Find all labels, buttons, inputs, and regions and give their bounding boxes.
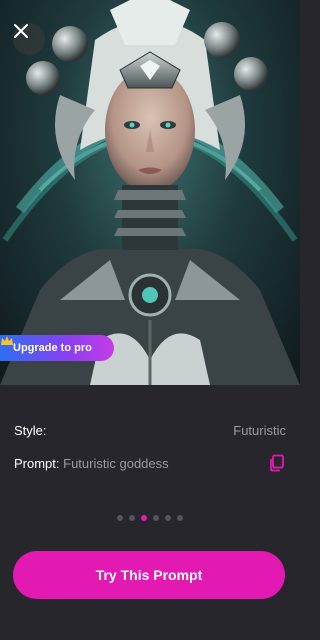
upgrade-label: Upgrade to pro [13, 342, 92, 354]
pagination-dot-active[interactable] [141, 515, 147, 521]
upgrade-to-pro-button[interactable]: Upgrade to pro [0, 335, 114, 361]
prompt-value: Futuristic goddess [63, 455, 169, 471]
pagination-dots [0, 515, 300, 521]
portrait-illustration [0, 0, 300, 385]
pagination-dot[interactable] [129, 515, 135, 521]
style-value: Futuristic [233, 423, 286, 438]
pagination-dot[interactable] [177, 515, 183, 521]
style-label: Style: [14, 423, 47, 438]
prompt-row: Prompt: Futuristic goddess [14, 454, 286, 472]
pagination-dot[interactable] [153, 515, 159, 521]
close-icon [14, 24, 28, 38]
style-row: Style: Futuristic [14, 423, 286, 438]
pagination-dot[interactable] [165, 515, 171, 521]
hero-image: Upgrade to pro [0, 0, 300, 385]
prompt-label: Prompt: [14, 455, 60, 471]
pagination-dot[interactable] [117, 515, 123, 521]
close-button[interactable] [13, 23, 45, 55]
copy-icon[interactable] [268, 454, 286, 472]
crown-icon [1, 336, 13, 345]
try-this-prompt-button[interactable]: Try This Prompt [13, 551, 285, 599]
